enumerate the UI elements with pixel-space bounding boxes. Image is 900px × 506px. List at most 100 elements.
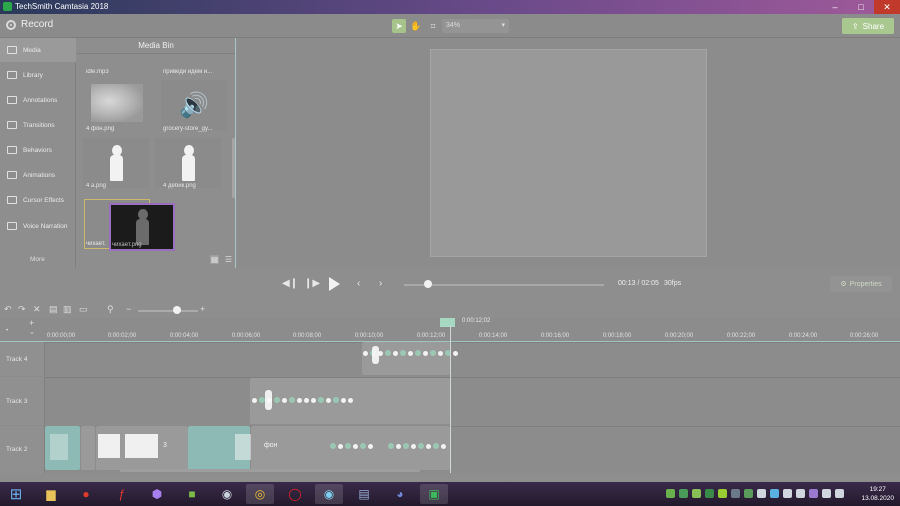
browser-icon[interactable]: ◉ (315, 484, 343, 504)
ruler-tick: 0:00:00;00 (46, 333, 76, 339)
timeline-zoom-slider[interactable] (138, 310, 198, 312)
step-back-icon[interactable]: ◀❙ (282, 278, 298, 289)
taskbar-clock[interactable]: 19:27 13.08.2020 (861, 485, 894, 503)
dragged-media-label: чихает.png (112, 242, 142, 248)
cursor-icon (7, 196, 17, 204)
tray-app-icon[interactable] (679, 489, 688, 498)
playhead-line[interactable] (450, 325, 451, 473)
gear-icon: ⚙ (840, 281, 847, 288)
sidebar-item-transitions[interactable]: Transitions (0, 113, 76, 137)
play-icon[interactable] (329, 277, 340, 291)
sidebar-item-cursor-effects[interactable]: Cursor Effects (0, 188, 76, 212)
list-view-icon[interactable]: ☰ (224, 255, 233, 264)
media-item-thumbnail[interactable] (155, 138, 221, 188)
minimize-button[interactable]: – (822, 0, 848, 14)
track-header[interactable]: Track 3 (0, 377, 45, 425)
file-explorer-icon[interactable]: ▆ (37, 484, 65, 504)
track-header[interactable]: Track 2 (0, 426, 45, 473)
network-icon[interactable] (822, 489, 831, 498)
add-track-icon[interactable]: + (29, 318, 34, 328)
scrub-bar[interactable] (404, 284, 604, 286)
timeline-horizontal-scrollbar[interactable] (120, 469, 420, 472)
tray-app-icon[interactable] (809, 489, 818, 498)
more-button[interactable]: More (30, 256, 45, 263)
media-item-label: 4 фон.png (86, 126, 115, 132)
split-icon[interactable]: ▭ (79, 304, 88, 315)
steam-icon[interactable]: ◉ (213, 484, 241, 504)
copy-icon[interactable]: ▤ (49, 304, 58, 315)
close-button[interactable]: ✕ (874, 0, 900, 14)
crop-icon[interactable]: ⌗ (426, 19, 440, 33)
tray-app-icon[interactable] (666, 489, 675, 498)
apple-app-icon[interactable]: ● (72, 484, 100, 504)
sidebar-item-label: Media (23, 46, 41, 54)
record-button[interactable]: Record (6, 19, 53, 30)
select-arrow-icon[interactable]: ➤ (392, 19, 406, 33)
discord-icon[interactable]: ◕ (386, 484, 414, 504)
paste-icon[interactable]: ▥ (63, 304, 72, 315)
track-options-icon[interactable]: • (6, 328, 8, 334)
flash-icon[interactable]: ƒ (108, 484, 136, 504)
tray-app-icon[interactable] (731, 489, 740, 498)
minecraft-icon[interactable]: ■ (178, 484, 206, 504)
media-item-thumbnail[interactable] (91, 84, 143, 122)
media-item-label: grocery-store_gy... (163, 126, 213, 132)
zoom-select[interactable]: 34% ▾ (442, 19, 509, 33)
zoom-search-icon[interactable]: ⚲ (107, 304, 114, 315)
redo-icon[interactable]: ↷ (18, 304, 26, 315)
document-app-icon[interactable]: ▤ (350, 484, 378, 504)
share-icon: ⇪ (851, 21, 859, 31)
track-label: Track 3 (6, 397, 28, 405)
library-icon (7, 71, 17, 79)
timeline-clip[interactable] (81, 426, 95, 470)
sidebar-item-annotations[interactable]: Annotations (0, 88, 76, 112)
sidebar-item-animations[interactable]: Animations (0, 163, 76, 187)
tray-app-icon[interactable] (692, 489, 701, 498)
zoom-in-icon[interactable]: + (200, 304, 205, 314)
camtasia-taskbar-icon[interactable]: ▣ (420, 484, 448, 504)
grid-view-icon[interactable]: ▦ (210, 255, 219, 264)
window-controls: – □ ✕ (822, 0, 900, 14)
tray-app-icon[interactable] (744, 489, 753, 498)
chrome-icon[interactable]: ◎ (246, 484, 274, 504)
tray-app-icon[interactable] (705, 489, 714, 498)
step-forward-icon[interactable]: ❙▶ (304, 278, 320, 289)
tray-app-icon[interactable] (757, 489, 766, 498)
film-icon (7, 46, 17, 54)
ruler-tick: 0:00:22;00 (726, 333, 756, 339)
system-tray (666, 489, 844, 498)
media-item-thumbnail[interactable] (83, 138, 149, 188)
sidebar-item-library[interactable]: Library (0, 63, 76, 87)
audio-speaker-icon[interactable]: 🔊 (161, 80, 227, 130)
ruler-tick: 0:00:16;00 (540, 333, 570, 339)
scrub-knob[interactable] (424, 280, 432, 288)
cut-icon[interactable]: ✕ (33, 304, 41, 315)
share-button[interactable]: ⇪ Share (842, 18, 894, 34)
maximize-button[interactable]: □ (848, 0, 874, 14)
tray-app-icon[interactable] (718, 489, 727, 498)
preview-canvas[interactable] (430, 49, 707, 257)
media-item-label: 4 a.png (86, 183, 107, 189)
media-bin-scrollbar[interactable] (232, 138, 235, 198)
collapse-tracks-icon[interactable]: ⌄ (29, 328, 35, 336)
previous-frame-icon[interactable]: ‹ (357, 278, 360, 289)
playhead-time-text: 0:00:12;02 (462, 318, 491, 324)
properties-button[interactable]: ⚙ Properties (830, 276, 892, 292)
zoom-out-icon[interactable]: − (126, 304, 131, 314)
track-header[interactable]: Track 4 (0, 342, 45, 376)
ruler-tick: 0:00:06;00 (231, 333, 261, 339)
volume-icon[interactable] (835, 489, 844, 498)
sidebar-item-voice-narration[interactable]: Voice Narration (0, 214, 76, 238)
sidebar-item-behaviors[interactable]: Behaviors (0, 138, 76, 162)
hex-app-icon[interactable]: ⬢ (143, 484, 171, 504)
opera-icon[interactable]: ◯ (281, 484, 309, 504)
sidebar-item-media[interactable]: Media (0, 38, 76, 62)
pan-hand-icon[interactable]: ✋ (409, 19, 423, 33)
tray-app-icon[interactable] (796, 489, 805, 498)
windows-start-icon[interactable]: ⊞ (6, 484, 26, 504)
timeline-zoom-knob[interactable] (173, 306, 181, 314)
next-frame-icon[interactable]: › (379, 278, 382, 289)
tray-app-icon[interactable] (783, 489, 792, 498)
undo-icon[interactable]: ↶ (4, 304, 12, 315)
bluetooth-icon[interactable] (770, 489, 779, 498)
